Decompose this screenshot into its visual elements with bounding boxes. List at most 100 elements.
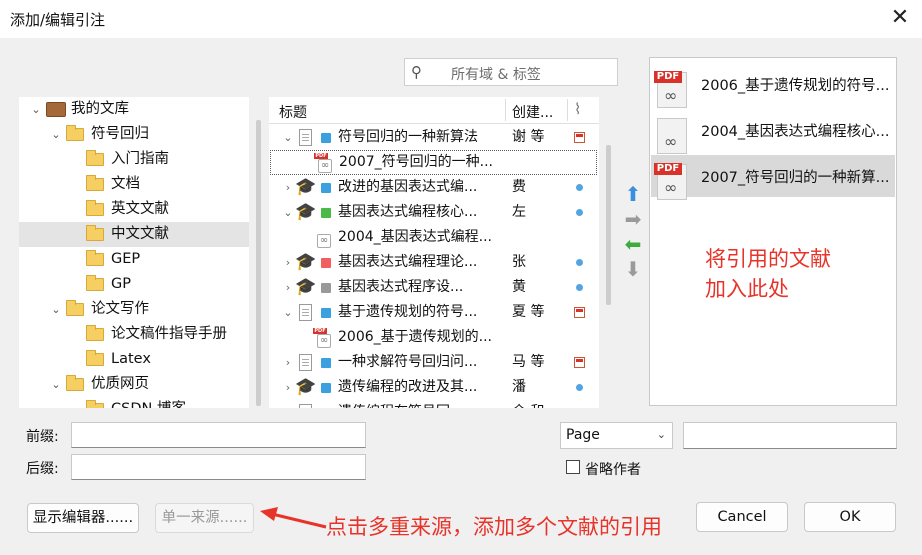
folder-icon <box>86 400 104 408</box>
chevron-down-icon[interactable]: ⌄ <box>49 372 63 397</box>
cancel-button[interactable]: Cancel <box>696 502 788 532</box>
chevron-right-icon[interactable]: › <box>281 275 295 300</box>
item-title: 2006_基于遗传规划的... <box>338 329 492 345</box>
items-list[interactable]: 标题 创建... ⌇ ⌄ 符号回归的一种新算法 谢 等 PDF ∞ 2007_符号回归的一… <box>269 97 599 408</box>
attachment-dot-icon[interactable] <box>576 184 583 191</box>
title-bar <box>0 0 922 38</box>
chevron-right-icon[interactable]: › <box>281 375 295 400</box>
search-icon: ⚲ <box>411 63 422 81</box>
multiple-sources-button[interactable]: 单一来源...... <box>155 503 254 533</box>
list-item[interactable]: › 遗传编程在符号回... 余 和 <box>269 400 599 408</box>
move-left-icon[interactable]: ⬅ <box>622 233 644 255</box>
attachment-dot-icon[interactable] <box>576 384 583 391</box>
locator-field[interactable] <box>683 422 897 449</box>
chevron-down-icon: ⌄ <box>656 428 666 441</box>
tree-item[interactable]: 中文文献 <box>19 222 249 247</box>
tree-item[interactable]: ⌄ 优质网页 <box>19 372 249 397</box>
chevron-right-icon[interactable]: › <box>281 175 295 200</box>
item-title: 基因表达式编程理论... <box>338 254 478 270</box>
list-item[interactable]: ⌄ 🎓 基因表达式编程核心... 左 <box>269 200 599 225</box>
list-item[interactable]: › 🎓 改进的基因表达式编... 费 <box>269 175 599 200</box>
item-creator: 黄 <box>512 279 526 295</box>
chevron-down-icon[interactable]: ⌄ <box>49 297 63 322</box>
tag-color-icon <box>321 308 331 318</box>
item-creator: 费 <box>512 179 526 195</box>
collection-tree[interactable]: ⌄ 我的文库 ⌄ 符号回归 入门指南 文档 英文文献 中文文献 GEP GP ⌄ 论文写作 论文稿件指导… <box>19 97 249 408</box>
locator-select[interactable]: Page ⌄ <box>560 422 673 449</box>
list-item[interactable]: PDF ∞ 2007_符号回归的一种... <box>270 150 597 175</box>
column-header-creator[interactable]: 创建... <box>512 102 553 122</box>
chevron-down-icon[interactable]: ⌄ <box>49 122 63 147</box>
citation-list[interactable]: PDF ∞ 2006_基于遗传规划的符号... ∞ 2004_基因表达式编程核心... P… <box>649 57 897 406</box>
list-item[interactable]: › 🎓 遗传编程的改进及其... 潘 <box>269 375 599 400</box>
item-title: 遗传编程的改进及其... <box>338 379 478 395</box>
tree-item[interactable]: GP <box>19 272 249 297</box>
thesis-icon: 🎓 <box>295 177 317 197</box>
attachment-dot-icon[interactable] <box>576 259 583 266</box>
tree-item[interactable]: 文档 <box>19 172 249 197</box>
tree-scrollbar[interactable] <box>256 120 261 406</box>
tag-color-icon <box>321 208 331 218</box>
list-item[interactable]: › 🎓 基因表达式程序设... 黄 <box>269 275 599 300</box>
tree-item[interactable]: 论文稿件指导手册 <box>19 322 249 347</box>
attachment-dot-icon[interactable] <box>576 209 583 216</box>
citation-item[interactable]: PDF ∞ 2006_基于遗传规划的符号... <box>651 63 895 108</box>
citation-label: 2004_基因表达式编程核心... <box>701 124 890 140</box>
move-right-icon[interactable]: ➡ <box>622 208 644 230</box>
suffix-field[interactable] <box>71 454 366 480</box>
chevron-down-icon[interactable]: ⌄ <box>281 200 295 225</box>
chevron-right-icon[interactable]: › <box>281 400 295 408</box>
item-title: 符号回归的一种新算法 <box>338 129 478 145</box>
list-item[interactable]: › 一种求解符号回归问... 马 等 <box>269 350 599 375</box>
pdf-attachment-icon[interactable] <box>574 132 585 143</box>
list-item[interactable]: PDF ∞ 2006_基于遗传规划的... <box>269 325 599 350</box>
folder-icon <box>86 175 104 191</box>
move-up-icon[interactable]: ⬆ <box>622 183 644 205</box>
tree-item-label: 我的文库 <box>71 101 129 117</box>
tree-item[interactable]: GEP <box>19 247 249 272</box>
tree-item[interactable]: 入门指南 <box>19 147 249 172</box>
move-down-icon[interactable]: ⬇ <box>622 258 644 280</box>
prefix-field[interactable] <box>71 422 366 448</box>
pdf-attachment-icon[interactable] <box>574 307 585 318</box>
citation-item[interactable]: ∞ 2004_基因表达式编程核心... <box>651 109 895 154</box>
list-item[interactable]: › 🎓 基因表达式编程理论... 张 <box>269 250 599 275</box>
tree-item[interactable]: ⌄ 符号回归 <box>19 122 249 147</box>
thesis-icon: 🎓 <box>295 252 317 272</box>
close-icon[interactable]: ✕ <box>888 6 912 30</box>
column-header-title[interactable]: 标题 <box>279 102 307 122</box>
pdf-icon: PDF ∞ <box>654 160 694 200</box>
attachment-dot-icon[interactable] <box>576 284 583 291</box>
folder-icon <box>86 325 104 341</box>
citation-item[interactable]: PDF ∞ 2007_符号回归的一种新算... <box>651 155 895 200</box>
omit-author-checkbox[interactable] <box>566 460 580 474</box>
omit-author-label: 省略作者 <box>585 462 641 478</box>
tree-item[interactable]: Latex <box>19 347 249 372</box>
document-icon <box>299 129 312 146</box>
chevron-down-icon[interactable]: ⌄ <box>281 300 295 325</box>
item-creator: 张 <box>512 254 526 270</box>
chevron-right-icon[interactable]: › <box>281 350 295 375</box>
ok-button[interactable]: OK <box>804 502 896 532</box>
tree-item[interactable]: CSDN 博客 <box>19 397 249 408</box>
pdf-attachment-icon[interactable] <box>574 357 585 368</box>
chevron-down-icon[interactable]: ⌄ <box>29 97 43 122</box>
list-item[interactable]: ∞ 2004_基因表达式编程... <box>269 225 599 250</box>
tree-item[interactable]: 英文文献 <box>19 197 249 222</box>
paperclip-icon[interactable]: ⌇ <box>574 100 581 118</box>
item-title: 基于遗传规划的符号... <box>338 304 478 320</box>
list-item[interactable]: ⌄ 符号回归的一种新算法 谢 等 <box>269 125 599 150</box>
chevron-down-icon[interactable]: ⌄ <box>281 125 295 150</box>
search-input[interactable]: ⚲ 所有域 & 标签 <box>404 58 618 86</box>
tree-item-label: 优质网页 <box>91 376 149 392</box>
annotation-add-here: 将引用的文献 加入此处 <box>705 244 875 304</box>
list-item[interactable]: ⌄ 基于遗传规划的符号... 夏 等 <box>269 300 599 325</box>
list-scrollbar[interactable] <box>606 145 611 305</box>
search-placeholder: 所有域 & 标签 <box>451 67 541 83</box>
tree-item-label: 论文写作 <box>91 301 149 317</box>
tree-item[interactable]: ⌄ 我的文库 <box>19 97 249 122</box>
show-editor-button[interactable]: 显示编辑器...... <box>27 503 139 533</box>
tree-item[interactable]: ⌄ 论文写作 <box>19 297 249 322</box>
chevron-right-icon[interactable]: › <box>281 250 295 275</box>
item-title: 2004_基因表达式编程... <box>338 229 492 245</box>
